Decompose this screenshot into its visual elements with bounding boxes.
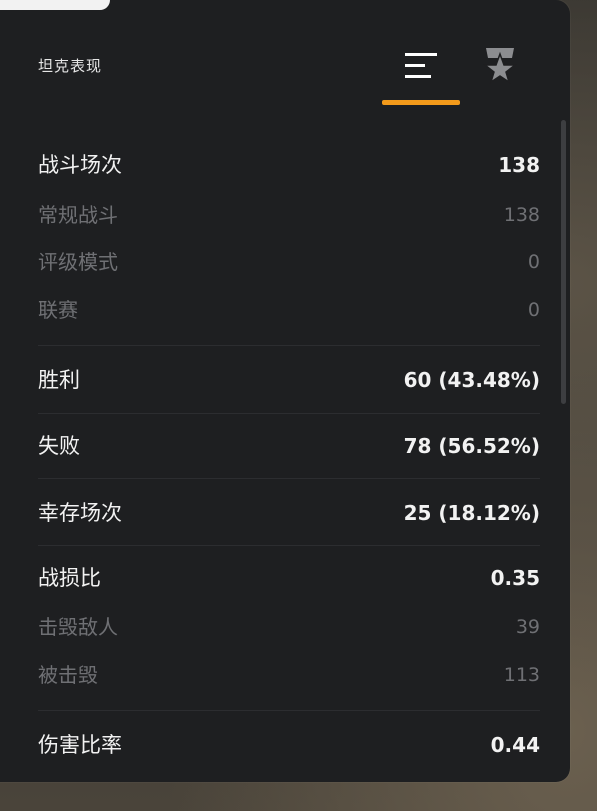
tab-stats[interactable] xyxy=(382,36,460,106)
stat-value: 0 xyxy=(527,251,540,273)
stat-label: 被击毁 xyxy=(38,663,98,687)
bars-icon xyxy=(405,53,437,78)
tank-performance-panel: 坦克表现 战斗场次 138 常规战斗 138 评级模式 0 联赛 0 胜利 60… xyxy=(0,0,570,782)
stat-label: 幸存场次 xyxy=(38,501,122,525)
divider xyxy=(38,345,540,346)
stat-label: 战斗场次 xyxy=(38,153,122,177)
stat-value: 39 xyxy=(515,616,540,638)
stat-value: 138 xyxy=(503,204,540,226)
divider xyxy=(38,413,540,414)
scrollbar[interactable] xyxy=(561,120,566,404)
stat-row-battles: 战斗场次 138 xyxy=(38,145,540,185)
stat-row-losses: 失败 78 (56.52%) xyxy=(38,426,540,466)
divider xyxy=(38,478,540,479)
stat-row-kills: 击毁敌人 39 xyxy=(38,607,540,647)
stat-label: 失败 xyxy=(38,434,80,458)
stat-row-damage-ratio: 伤害比率 0.44 xyxy=(38,725,540,765)
divider xyxy=(38,710,540,711)
top-left-overlay xyxy=(0,0,110,10)
stat-label: 击毁敌人 xyxy=(38,615,118,639)
stat-value: 78 (56.52%) xyxy=(403,434,540,458)
stat-label: 评级模式 xyxy=(38,250,118,274)
stat-row-survived: 幸存场次 25 (18.12%) xyxy=(38,493,540,533)
stat-value: 25 (18.12%) xyxy=(403,501,540,525)
panel-title: 坦克表现 xyxy=(38,57,103,75)
stat-row-deaths: 被击毁 113 xyxy=(38,655,540,695)
star-badge-icon[interactable] xyxy=(482,44,518,84)
stat-row-ranked: 评级模式 0 xyxy=(38,242,540,282)
stat-value: 0.35 xyxy=(490,566,540,590)
divider xyxy=(38,545,540,546)
stat-value: 60 (43.48%) xyxy=(403,368,540,392)
stat-row-regular: 常规战斗 138 xyxy=(38,195,540,235)
stat-value: 138 xyxy=(498,153,540,177)
stat-label: 联赛 xyxy=(38,298,78,322)
stat-label: 常规战斗 xyxy=(38,203,118,227)
stat-row-kd: 战损比 0.35 xyxy=(38,558,540,598)
stat-label: 战损比 xyxy=(38,566,101,590)
active-tab-indicator xyxy=(382,100,460,105)
stat-value: 0.44 xyxy=(490,733,540,757)
stat-value: 113 xyxy=(503,664,540,686)
stat-label: 胜利 xyxy=(38,368,80,392)
panel-header: 坦克表现 xyxy=(0,0,570,108)
stat-value: 0 xyxy=(527,299,540,321)
stat-row-league: 联赛 0 xyxy=(38,290,540,330)
stat-row-wins: 胜利 60 (43.48%) xyxy=(38,360,540,400)
stat-label: 伤害比率 xyxy=(38,733,122,757)
